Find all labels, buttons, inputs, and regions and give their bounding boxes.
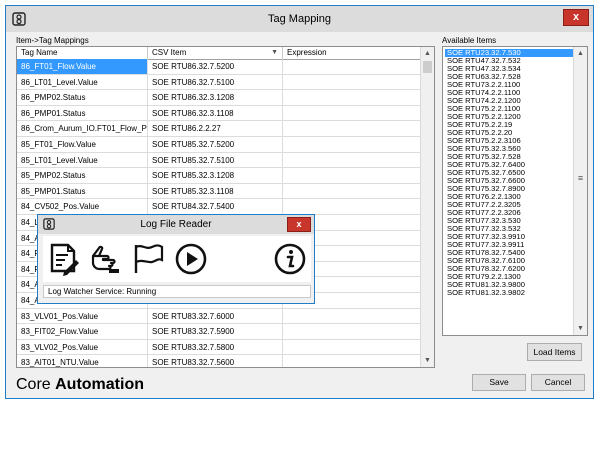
title-bar: Tag Mapping x: [6, 6, 593, 32]
csv-item-cell[interactable]: SOE RTU86.32.7.5200: [148, 59, 283, 74]
csv-item-cell[interactable]: SOE RTU86.32.3.1208: [148, 90, 283, 105]
expression-cell[interactable]: [283, 121, 423, 136]
tag-name-cell[interactable]: 83_VLV02_Pos.Value: [17, 339, 148, 355]
tag-name-cell[interactable]: 83_VLV01_Pos.Value: [17, 308, 148, 324]
table-row[interactable]: 86_PMP02.Status SOE RTU86.32.3.1208: [17, 90, 423, 106]
table-row[interactable]: 85_PMP02.Status SOE RTU85.32.3.1208: [17, 168, 423, 184]
expression-cell[interactable]: [283, 136, 423, 152]
tag-mapping-window: Tag Mapping x Item->Tag Mappings Tag Nam…: [5, 5, 594, 399]
tag-name-cell[interactable]: 85_PMP02.Status: [17, 168, 148, 183]
save-button[interactable]: Save: [472, 374, 526, 391]
scroll-down-icon[interactable]: ▼: [421, 354, 434, 367]
table-row[interactable]: 86_Crom_Aurum_IO.FT01_Flow_Pu... SOE RTU8…: [17, 121, 423, 137]
load-items-button[interactable]: Load Items: [527, 343, 582, 361]
table-row[interactable]: 86_LT01_Level.Value SOE RTU86.32.7.5100: [17, 74, 423, 91]
column-header-expression[interactable]: Expression: [283, 47, 423, 59]
csv-item-cell[interactable]: SOE RTU86.32.7.5100: [148, 74, 283, 90]
dialog-title-bar: Log File Reader x: [38, 215, 314, 234]
table-row[interactable]: 83_AIT01_NTU.Value SOE RTU83.32.7.5600: [17, 355, 423, 367]
table-row[interactable]: 85_FT01_Flow.Value SOE RTU85.32.7.5200: [17, 136, 423, 153]
log-status: Log Watcher Service: Running: [43, 285, 311, 298]
log-file-reader-dialog: Log File Reader x Log Watcher Service: R…: [37, 214, 315, 304]
window-title: Tag Mapping: [268, 13, 331, 25]
dialog-close-button[interactable]: x: [287, 217, 311, 232]
brand-bold: Automation: [55, 376, 144, 393]
dialog-title: Log File Reader: [140, 219, 212, 230]
tag-name-cell[interactable]: 83_FIT02_Flow.Value: [17, 324, 148, 339]
tag-name-cell[interactable]: 86_PMP02.Status: [17, 90, 148, 105]
expression-cell[interactable]: [283, 199, 423, 214]
table-row[interactable]: 85_PMP01.Status SOE RTU85.32.3.1108: [17, 183, 423, 200]
available-group-label: Available Items: [442, 36, 497, 45]
expression-cell[interactable]: [283, 152, 423, 168]
available-items-list[interactable]: SOE RTU23.32.7.530 SOE RTU47.32.7.532 SOE …: [442, 46, 588, 336]
tag-name-cell[interactable]: 85_FT01_Flow.Value: [17, 136, 148, 152]
tag-name-cell[interactable]: 85_PMP01.Status: [17, 183, 148, 199]
info-icon[interactable]: [273, 242, 307, 276]
csv-item-cell[interactable]: SOE RTU83.32.7.5800: [148, 339, 283, 355]
tag-name-cell[interactable]: 86_FT01_Flow.Value: [17, 59, 148, 74]
tag-name-cell[interactable]: 85_LT01_Level.Value: [17, 152, 148, 168]
expression-cell[interactable]: [283, 59, 423, 74]
csv-item-cell[interactable]: SOE RTU83.32.7.5900: [148, 324, 283, 339]
sort-down-icon: ▼: [271, 49, 278, 56]
tag-name-cell[interactable]: 86_Crom_Aurum_IO.FT01_Flow_Pu...: [17, 121, 148, 136]
scroll-up-icon[interactable]: ▲: [574, 47, 587, 60]
expression-cell[interactable]: [283, 168, 423, 183]
expression-cell[interactable]: [283, 339, 423, 355]
expression-cell[interactable]: [283, 90, 423, 105]
expression-cell[interactable]: [283, 308, 423, 324]
csv-item-cell[interactable]: SOE RTU84.32.7.5400: [148, 199, 283, 214]
pointing-hand-icon[interactable]: [89, 242, 123, 276]
csv-item-cell[interactable]: SOE RTU85.32.7.5100: [148, 152, 283, 168]
table-row[interactable]: 83_VLV02_Pos.Value SOE RTU83.32.7.5800: [17, 339, 423, 356]
scroll-up-icon[interactable]: ▲: [421, 47, 434, 60]
column-header-tag-name[interactable]: Tag Name: [17, 47, 148, 59]
document-edit-icon[interactable]: [47, 242, 81, 276]
available-items: SOE RTU23.32.7.530 SOE RTU47.32.7.532 SOE …: [445, 49, 575, 297]
csv-item-cell[interactable]: SOE RTU85.32.3.1108: [148, 183, 283, 199]
tag-name-cell[interactable]: 86_LT01_Level.Value: [17, 74, 148, 90]
grid-scrollbar[interactable]: ▲ ▼: [420, 47, 434, 367]
csv-item-cell[interactable]: SOE RTU85.32.3.1208: [148, 168, 283, 183]
expression-cell[interactable]: [283, 183, 423, 199]
brand-logo: Core Automation: [16, 376, 144, 394]
close-button[interactable]: x: [563, 9, 589, 26]
list-item[interactable]: SOE RTU81.32.3.9802: [445, 289, 575, 297]
dialog-toolbar: [43, 236, 311, 282]
column-header-csv-item[interactable]: CSV Item ▼: [148, 47, 283, 59]
expression-cell[interactable]: [283, 74, 423, 90]
table-row[interactable]: 83_VLV01_Pos.Value SOE RTU83.32.7.6000: [17, 308, 423, 325]
table-row[interactable]: 85_LT01_Level.Value SOE RTU85.32.7.5100: [17, 152, 423, 169]
table-row[interactable]: 86_FT01_Flow.Value SOE RTU86.32.7.5200: [17, 59, 423, 75]
column-header-csv-item-label: CSV Item: [152, 48, 187, 57]
play-circle-icon[interactable]: [174, 242, 208, 276]
scroll-thumb[interactable]: [423, 61, 432, 73]
scroll-grip-icon[interactable]: ≡: [574, 172, 587, 185]
tag-name-cell[interactable]: 83_AIT01_NTU.Value: [17, 355, 148, 367]
mappings-group-label: Item->Tag Mappings: [16, 36, 89, 45]
flag-icon[interactable]: [131, 242, 165, 276]
tag-name-cell[interactable]: 84_CV502_Pos.Value: [17, 199, 148, 214]
scroll-down-icon[interactable]: ▼: [574, 322, 587, 335]
brand-regular: Core: [16, 376, 56, 393]
csv-item-cell[interactable]: SOE RTU86.32.3.1108: [148, 105, 283, 121]
available-scrollbar[interactable]: ▲ ≡ ▼: [573, 47, 587, 335]
csv-item-cell[interactable]: SOE RTU85.32.7.5200: [148, 136, 283, 152]
expression-cell[interactable]: [283, 324, 423, 339]
cancel-button[interactable]: Cancel: [531, 374, 585, 391]
expression-cell[interactable]: [283, 355, 423, 367]
tag-name-cell[interactable]: 86_PMP01.Status: [17, 105, 148, 121]
table-row[interactable]: 83_FIT02_Flow.Value SOE RTU83.32.7.5900: [17, 324, 423, 340]
table-row[interactable]: 84_CV502_Pos.Value SOE RTU84.32.7.5400: [17, 199, 423, 215]
mappings-grid[interactable]: Tag Name CSV Item ▼ Expression 86_FT01_Fl…: [16, 46, 435, 368]
csv-item-cell[interactable]: SOE RTU83.32.7.6000: [148, 308, 283, 324]
expression-cell[interactable]: [283, 105, 423, 121]
csv-item-cell[interactable]: SOE RTU83.32.7.5600: [148, 355, 283, 367]
csv-item-cell[interactable]: SOE RTU86.2.2.27: [148, 121, 283, 136]
table-row[interactable]: 86_PMP01.Status SOE RTU86.32.3.1108: [17, 105, 423, 122]
